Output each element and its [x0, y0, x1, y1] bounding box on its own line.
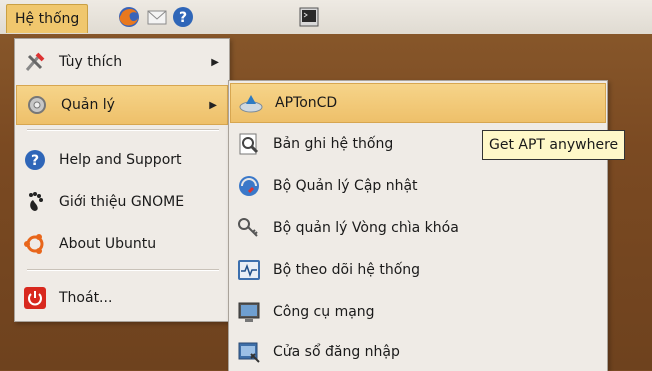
menu-item-label: Tùy thích	[59, 54, 123, 70]
menu-item-network-tools[interactable]: Công cụ mạng	[229, 293, 607, 331]
svg-text:?: ?	[31, 153, 39, 169]
menu-item-administration[interactable]: Quản lý ▶	[16, 85, 228, 125]
submenu-arrow-icon: ▶	[211, 56, 219, 68]
svg-text:?: ?	[179, 10, 187, 26]
menu-item-system-monitor[interactable]: Bộ theo dõi hệ thống	[229, 251, 607, 289]
menu-item-quit[interactable]: Thoát...	[15, 279, 229, 317]
menu-item-label: Giới thiệu GNOME	[59, 194, 185, 210]
menu-item-preferences[interactable]: Tùy thích ▶	[15, 43, 229, 81]
firefox-icon[interactable]	[118, 6, 140, 28]
gnome-foot-icon	[29, 192, 43, 211]
network-tools-icon	[238, 302, 260, 322]
aptoncd-tooltip: Get APT anywhere	[482, 130, 626, 160]
menu-item-label: Bộ Quản lý Cập nhật	[273, 178, 418, 194]
help-icon[interactable]: ?	[172, 6, 194, 28]
menu-item-label: APTonCD	[275, 95, 338, 111]
menu-item-aptoncd[interactable]: APTonCD	[230, 83, 606, 123]
mail-icon[interactable]	[146, 6, 168, 28]
system-menu-button[interactable]: Hệ thống	[6, 4, 89, 33]
menu-item-label: Cửa sổ đăng nhập	[273, 344, 400, 360]
shutdown-icon	[24, 287, 46, 309]
menu-separator	[27, 129, 219, 131]
system-monitor-icon	[238, 260, 260, 280]
preferences-icon	[25, 52, 45, 71]
menu-item-help[interactable]: ? Help and Support	[15, 141, 229, 179]
menu-item-about-gnome[interactable]: Giới thiệu GNOME	[15, 183, 229, 221]
system-menu-label: Hệ thống	[15, 11, 80, 27]
submenu-arrow-icon: ▶	[209, 99, 217, 111]
menu-item-label: Thoát...	[59, 290, 113, 306]
login-window-icon	[238, 342, 260, 363]
system-log-icon	[239, 133, 259, 155]
system-menu: Tùy thích ▶ Quản lý ▶ ? Help and Support…	[14, 38, 230, 322]
menu-item-label: Bản ghi hệ thống	[273, 136, 394, 152]
top-panel: Hệ thống ?	[0, 0, 652, 34]
administration-submenu: APTonCD Bản ghi hệ thống Bộ Quản lý Cập …	[228, 80, 608, 371]
menu-item-label: Công cụ mạng	[273, 304, 375, 320]
help-icon: ?	[25, 150, 45, 170]
menu-item-login-window[interactable]: Cửa sổ đăng nhập	[229, 333, 607, 371]
menu-item-label: Help and Support	[59, 152, 182, 168]
ubuntu-icon	[24, 234, 44, 254]
update-manager-icon	[239, 176, 259, 196]
menu-separator	[27, 269, 219, 271]
aptoncd-icon	[239, 95, 263, 113]
keyring-icon	[238, 218, 258, 237]
menu-item-label: Bộ quản lý Vòng chìa khóa	[273, 220, 459, 236]
menu-item-label: About Ubuntu	[59, 236, 157, 252]
menu-item-label: Quản lý	[61, 97, 115, 113]
menu-item-keyring-manager[interactable]: Bộ quản lý Vòng chìa khóa	[229, 209, 607, 247]
menu-item-label: Bộ theo dõi hệ thống	[273, 262, 421, 278]
administration-icon	[28, 96, 46, 114]
menu-item-about-ubuntu[interactable]: About Ubuntu	[15, 225, 229, 263]
menu-item-update-manager[interactable]: Bộ Quản lý Cập nhật	[229, 167, 607, 205]
terminal-icon[interactable]	[298, 6, 320, 28]
tooltip-text: Get APT anywhere	[489, 137, 619, 153]
